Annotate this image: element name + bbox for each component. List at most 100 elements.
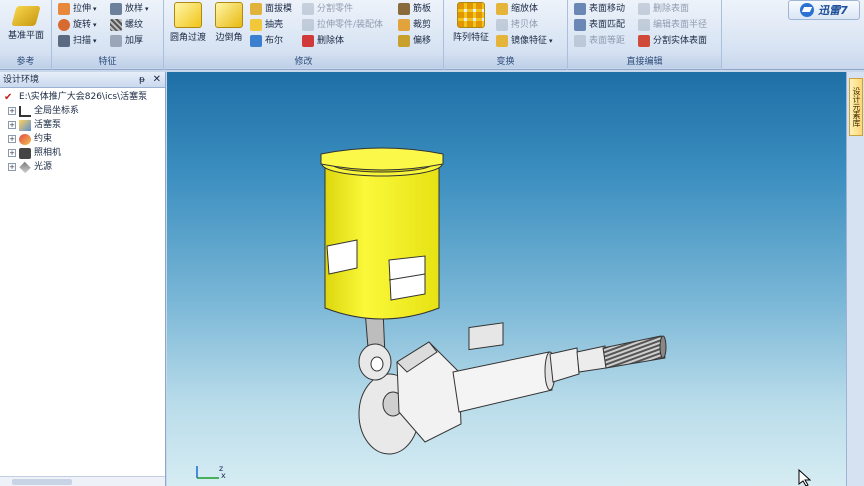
boolean-icon xyxy=(250,35,262,47)
chamfer-label: 边倒角 xyxy=(215,33,243,43)
panel-header: 设计环境 ᵽ ✕ xyxy=(0,72,165,88)
sweep-icon xyxy=(58,35,70,47)
delete-body-icon xyxy=(302,35,314,47)
fillet-icon xyxy=(174,2,202,28)
trim-icon xyxy=(398,19,410,31)
offset-button[interactable]: 偏移 xyxy=(398,34,431,48)
group-label-modify: 修改 xyxy=(164,56,443,68)
group-label-reference: 参考 xyxy=(0,56,51,68)
tree-root[interactable]: ✔ E:\实体推广大会826\ics\活塞泵 xyxy=(4,90,165,104)
expand-icon[interactable]: + xyxy=(8,163,16,171)
revolve-button[interactable]: 旋转 ▾ xyxy=(58,18,97,32)
delete-face-icon xyxy=(638,3,650,15)
split-solid-face-button[interactable]: 分割实体表面 xyxy=(638,34,707,48)
split-part-label: 分割零件 xyxy=(317,4,354,14)
tree-item-light[interactable]: + 光源 xyxy=(4,160,165,174)
rib-button[interactable]: 筋板 xyxy=(398,2,431,16)
stretch-part-button[interactable]: 拉伸零件/装配体 xyxy=(302,18,383,32)
delete-face-button[interactable]: 删除表面 xyxy=(638,2,689,16)
sweep-button[interactable]: 扫描 ▾ xyxy=(58,34,97,48)
close-icon[interactable]: ✕ xyxy=(153,72,161,88)
scrollbar-thumb[interactable] xyxy=(12,479,72,485)
face-move-label: 表面移动 xyxy=(589,4,626,14)
tree-item-global-coords[interactable]: + 全局坐标系 xyxy=(4,104,165,118)
expand-icon[interactable]: + xyxy=(8,149,16,157)
camera-icon xyxy=(19,147,31,159)
piston-cylinder[interactable] xyxy=(320,147,444,320)
extrude-button[interactable]: 拉伸 ▾ xyxy=(58,2,97,16)
delete-body-label: 删除体 xyxy=(317,36,345,46)
dropdown-arrow-icon: ▾ xyxy=(93,21,97,29)
offset-label: 偏移 xyxy=(413,36,432,46)
scene-tree: ✔ E:\实体推广大会826\ics\活塞泵 + 全局坐标系 + 活塞泵 + 约… xyxy=(0,88,165,174)
connecting-rod[interactable] xyxy=(358,309,392,381)
xunlei-brand-badge[interactable]: 迅雷7 xyxy=(788,0,860,20)
split-part-button[interactable]: 分割零件 xyxy=(302,2,353,16)
extrude-label: 拉伸 xyxy=(73,4,92,14)
mirror-feature-label: 镜像特征 xyxy=(511,36,548,46)
edit-face-radius-label: 编辑表面半径 xyxy=(653,20,708,30)
shell-button[interactable]: 抽壳 xyxy=(250,18,283,32)
loft-label: 放样 xyxy=(125,4,144,14)
group-label-transform: 变换 xyxy=(444,56,567,68)
loft-button[interactable]: 放样 ▾ xyxy=(110,2,149,16)
scale-body-button[interactable]: 缩放体 xyxy=(496,2,538,16)
threaded-end[interactable] xyxy=(602,335,667,369)
rib-label: 筋板 xyxy=(413,4,432,14)
expand-icon[interactable]: + xyxy=(8,135,16,143)
face-offset-icon xyxy=(574,35,586,47)
chamfer-icon xyxy=(215,2,243,28)
thicken-button[interactable]: 加厚 xyxy=(110,34,143,48)
datum-plane-button[interactable]: 基准平面 xyxy=(2,2,50,41)
horizontal-scrollbar[interactable] xyxy=(0,476,165,486)
tree-item-label: 活塞泵 xyxy=(34,120,62,130)
face-draft-icon xyxy=(250,3,262,15)
face-draft-button[interactable]: 面拔模 xyxy=(250,2,292,16)
offset-icon xyxy=(398,35,410,47)
thread-button[interactable]: 螺纹 xyxy=(110,18,143,32)
tree-root-label: E:\实体推广大会826\ics\活塞泵 xyxy=(19,92,148,102)
design-library-tab[interactable]: 设计元素库 xyxy=(849,78,863,136)
face-draft-label: 面拔模 xyxy=(265,4,293,14)
mouse-cursor-icon xyxy=(798,468,812,486)
triad-z-label: z xyxy=(219,464,223,473)
edit-face-radius-button[interactable]: 编辑表面半径 xyxy=(638,18,707,32)
face-match-button[interactable]: 表面匹配 xyxy=(574,18,625,32)
fillet-button[interactable]: 圆角过渡 xyxy=(168,2,208,43)
ribbon-group-feature: 拉伸 ▾ 旋转 ▾ 扫描 ▾ 放样 ▾ 螺纹 加厚 特征 xyxy=(52,0,164,70)
thread-label: 螺纹 xyxy=(125,20,144,30)
split-solid-face-label: 分割实体表面 xyxy=(653,36,708,46)
copy-body-button[interactable]: 拷贝体 xyxy=(496,18,538,32)
chamfer-button[interactable]: 边倒角 xyxy=(210,2,248,43)
light-icon xyxy=(19,161,31,173)
expand-icon[interactable]: + xyxy=(8,121,16,129)
trim-button[interactable]: 裁剪 xyxy=(398,18,431,32)
pin-icon[interactable]: ᵽ xyxy=(139,72,145,88)
face-offset-button[interactable]: 表面等距 xyxy=(574,34,625,48)
copy-body-icon xyxy=(496,19,508,31)
tree-item-label: 全局坐标系 xyxy=(34,106,80,116)
split-solid-face-icon xyxy=(638,35,650,47)
ribbon-group-reference: 基准平面 参考 xyxy=(0,0,52,70)
rib-icon xyxy=(398,3,410,15)
3d-viewport[interactable]: x z xyxy=(167,72,846,486)
model-scene: x z xyxy=(196,147,812,486)
scale-body-icon xyxy=(496,3,508,15)
design-environment-panel: 设计环境 ᵽ ✕ ✔ E:\实体推广大会826\ics\活塞泵 + 全局坐标系 … xyxy=(0,72,166,486)
face-move-button[interactable]: 表面移动 xyxy=(574,2,625,16)
tree-item-camera[interactable]: + 照相机 xyxy=(4,146,165,160)
tree-item-constraints[interactable]: + 约束 xyxy=(4,132,165,146)
mirror-feature-button[interactable]: 镜像特征 ▾ xyxy=(496,34,553,48)
datum-plane-label: 基准平面 xyxy=(7,31,44,41)
boolean-button[interactable]: 布尔 xyxy=(250,34,283,48)
expand-icon[interactable]: + xyxy=(8,107,16,115)
ribbon-group-direct-edit: 表面移动 表面匹配 表面等距 删除表面 编辑表面半径 分割实体表面 直接编辑 xyxy=(568,0,722,70)
delete-body-button[interactable]: 删除体 xyxy=(302,34,344,48)
pattern-feature-label: 阵列特征 xyxy=(452,33,489,43)
pattern-icon xyxy=(457,2,485,28)
shaft[interactable] xyxy=(452,322,607,413)
revolve-icon xyxy=(58,19,70,31)
loft-icon xyxy=(110,3,122,15)
pattern-feature-button[interactable]: 阵列特征 xyxy=(448,2,494,43)
tree-item-piston-pump[interactable]: + 活塞泵 xyxy=(4,118,165,132)
